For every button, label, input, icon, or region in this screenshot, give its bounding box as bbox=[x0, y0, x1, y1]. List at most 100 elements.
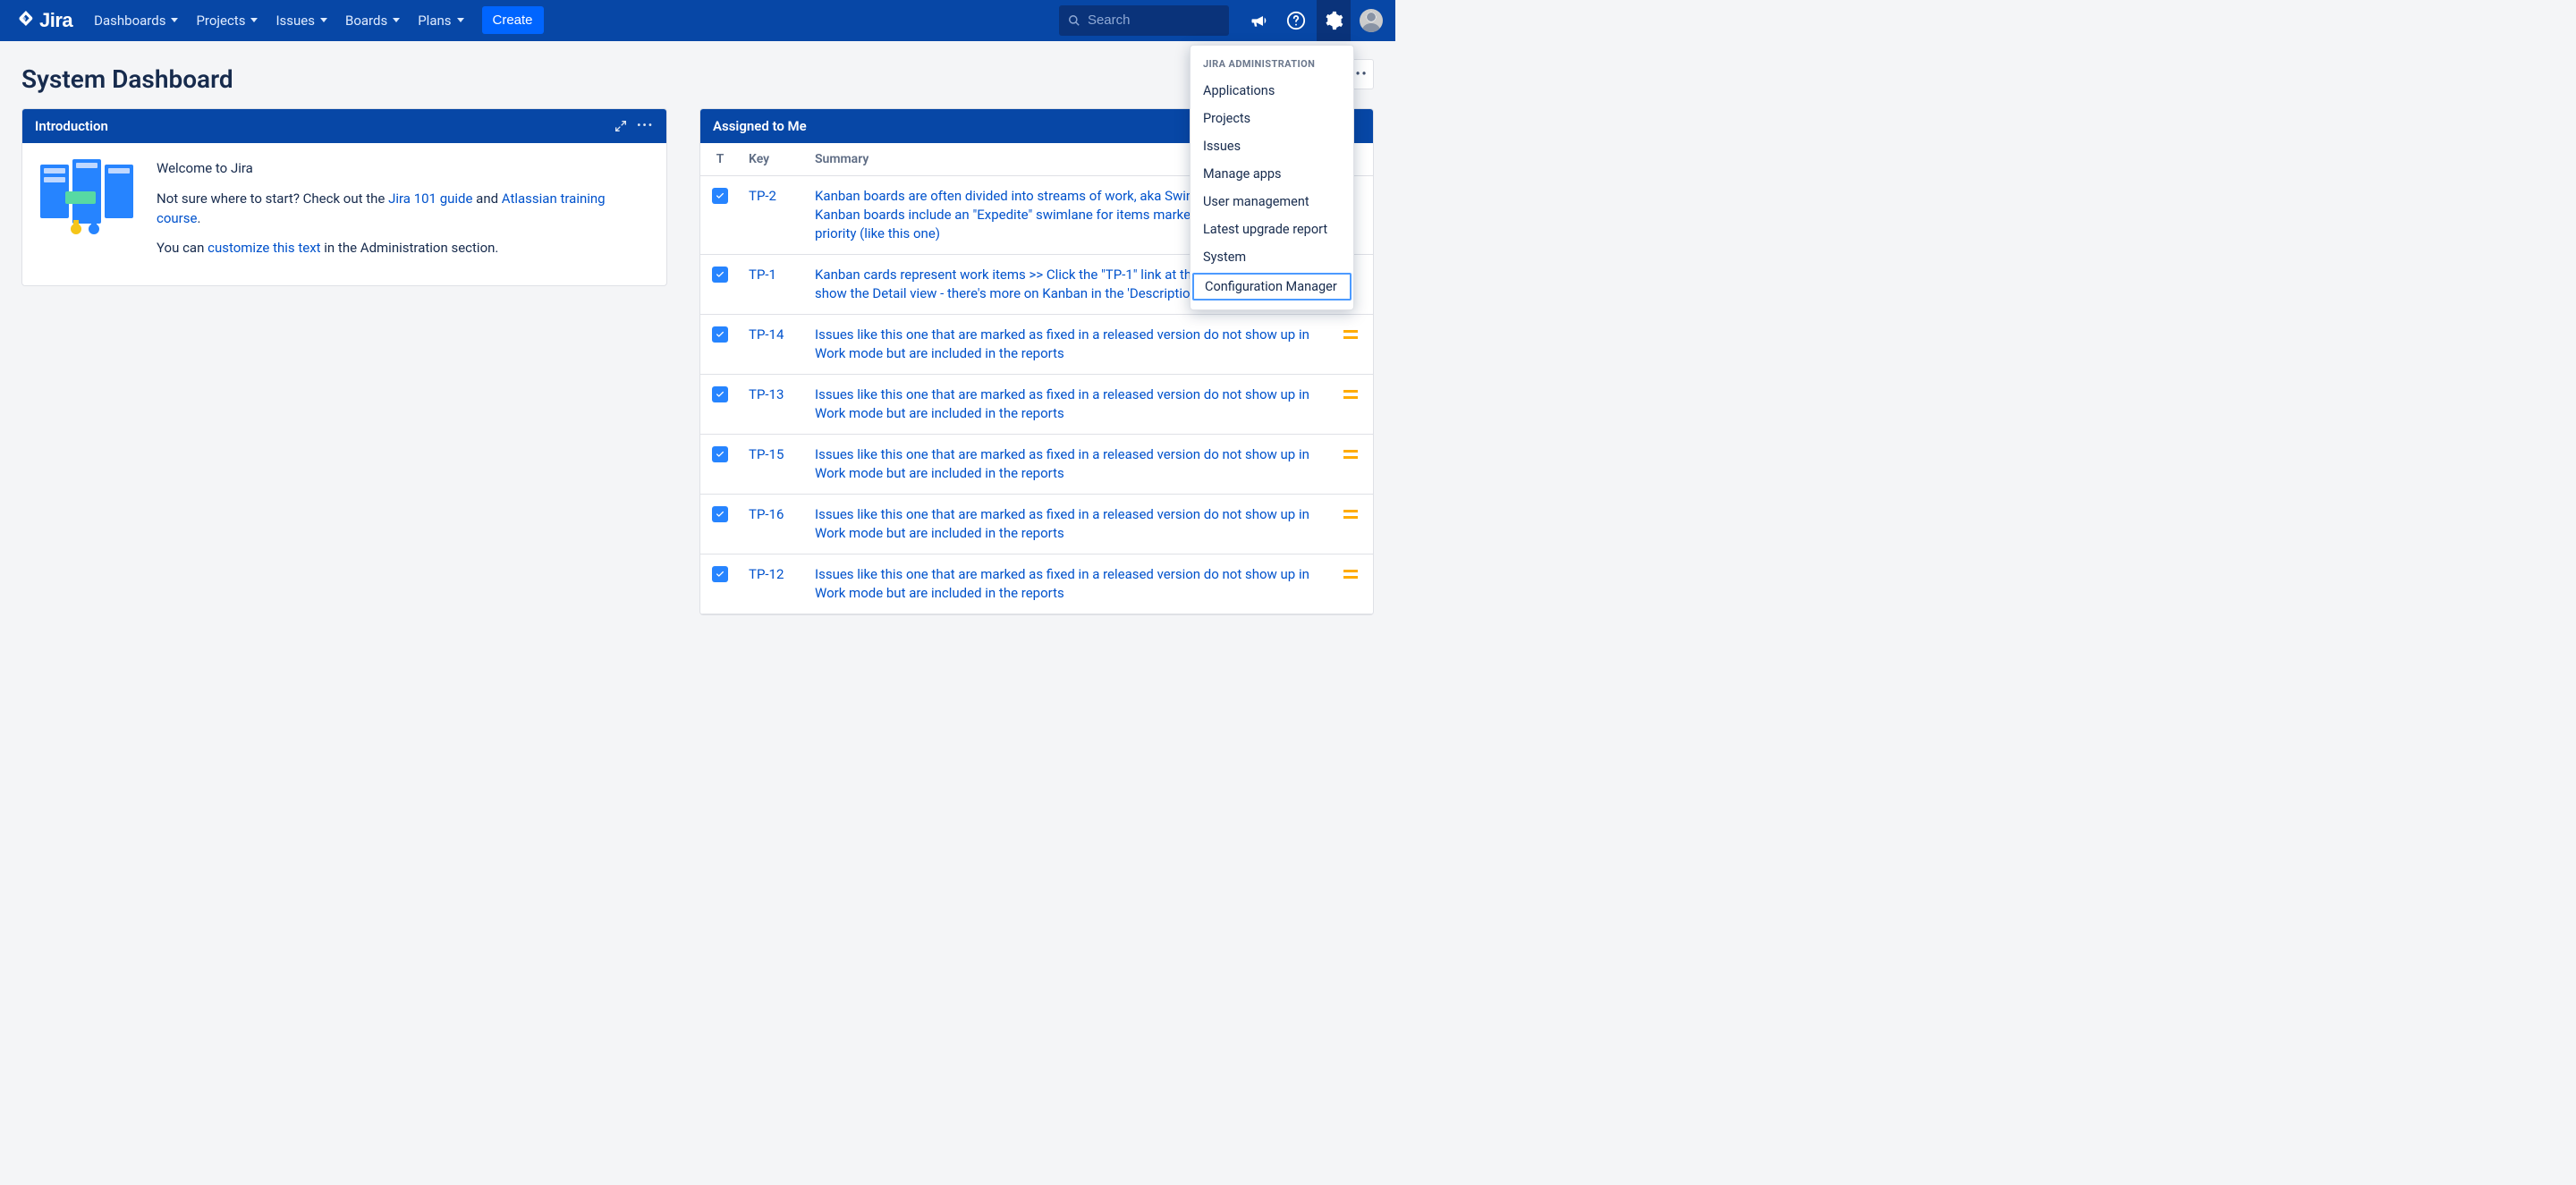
nav-plans[interactable]: Plans bbox=[409, 0, 472, 41]
admin-menu-item-latest-upgrade-report[interactable]: Latest upgrade report bbox=[1191, 216, 1353, 243]
gadget-introduction: Introduction ••• bbox=[21, 108, 667, 286]
admin-menu-section: JIRA ADMINISTRATION bbox=[1191, 53, 1353, 77]
col-type[interactable]: T bbox=[700, 143, 740, 176]
priority-medium-icon bbox=[1343, 510, 1358, 519]
cell-priority bbox=[1328, 375, 1373, 435]
help-icon bbox=[1286, 11, 1306, 30]
intro-welcome: Welcome to Jira bbox=[157, 159, 650, 179]
intro-illustration bbox=[38, 159, 135, 241]
issue-key-link[interactable]: TP-15 bbox=[749, 446, 784, 462]
jira-logo[interactable]: Jira bbox=[16, 9, 72, 32]
issue-summary-link[interactable]: Issues like this one that are marked as … bbox=[815, 566, 1309, 601]
admin-menu-item-user-management[interactable]: User management bbox=[1191, 188, 1353, 216]
task-icon bbox=[712, 386, 728, 402]
admin-menu-item-applications[interactable]: Applications bbox=[1191, 77, 1353, 105]
cell-type bbox=[700, 176, 740, 255]
settings-button[interactable] bbox=[1317, 0, 1351, 41]
whats-new-button[interactable] bbox=[1241, 0, 1275, 41]
issue-key-link[interactable]: TP-2 bbox=[749, 188, 776, 204]
link-customize[interactable]: customize this text bbox=[208, 240, 320, 256]
cell-priority bbox=[1328, 315, 1373, 375]
issue-key-link[interactable]: TP-13 bbox=[749, 386, 784, 402]
link-jira-101[interactable]: Jira 101 guide bbox=[388, 190, 472, 207]
cell-summary: Issues like this one that are marked as … bbox=[806, 495, 1328, 554]
nav-left: Jira Dashboards Projects Issues Boards Plans… bbox=[7, 0, 544, 41]
admin-menu-item-issues[interactable]: Issues bbox=[1191, 132, 1353, 160]
search-input[interactable] bbox=[1088, 13, 1220, 28]
chevron-down-icon bbox=[171, 18, 178, 22]
task-icon bbox=[712, 267, 728, 283]
nav-issues[interactable]: Issues bbox=[267, 0, 336, 41]
cell-summary: Issues like this one that are marked as … bbox=[806, 554, 1328, 614]
issue-key-link[interactable]: TP-16 bbox=[749, 506, 784, 522]
cell-key: TP-15 bbox=[740, 435, 806, 495]
cell-priority bbox=[1328, 554, 1373, 614]
issue-key-link[interactable]: TP-1 bbox=[749, 267, 776, 283]
gadget-title: Assigned to Me bbox=[713, 118, 807, 134]
priority-medium-icon bbox=[1343, 330, 1358, 339]
issue-summary-link[interactable]: Issues like this one that are marked as … bbox=[815, 326, 1309, 361]
task-icon bbox=[712, 326, 728, 343]
help-button[interactable] bbox=[1279, 0, 1313, 41]
col-key[interactable]: Key bbox=[740, 143, 806, 176]
gadget-body: Welcome to Jira Not sure where to start?… bbox=[22, 143, 666, 285]
issue-key-link[interactable]: TP-14 bbox=[749, 326, 784, 343]
megaphone-icon bbox=[1250, 12, 1267, 30]
gadget-header-actions: ••• bbox=[614, 119, 654, 133]
table-row: TP-15 Issues like this one that are marke… bbox=[700, 435, 1373, 495]
admin-menu-item-projects[interactable]: Projects bbox=[1191, 105, 1353, 132]
avatar bbox=[1360, 9, 1383, 32]
table-row: TP-16 Issues like this one that are marke… bbox=[700, 495, 1373, 554]
nav-label: Projects bbox=[196, 13, 245, 29]
admin-menu-item-configuration-manager[interactable]: Configuration Manager bbox=[1192, 273, 1352, 300]
nav-label: Dashboards bbox=[94, 13, 165, 29]
maximize-icon[interactable] bbox=[614, 119, 628, 133]
cell-summary: Issues like this one that are marked as … bbox=[806, 375, 1328, 435]
cell-key: TP-1 bbox=[740, 255, 806, 315]
cell-priority bbox=[1328, 495, 1373, 554]
page-title: System Dashboard bbox=[21, 64, 1374, 94]
priority-medium-icon bbox=[1343, 390, 1358, 399]
cell-type bbox=[700, 554, 740, 614]
cell-type bbox=[700, 435, 740, 495]
table-row: TP-14 Issues like this one that are marke… bbox=[700, 315, 1373, 375]
chevron-down-icon bbox=[320, 18, 327, 22]
admin-menu-item-system[interactable]: System bbox=[1191, 243, 1353, 271]
page: System Dashboard Introduction ••• bbox=[0, 41, 1395, 615]
nav-label: Issues bbox=[275, 13, 315, 29]
priority-medium-icon bbox=[1343, 570, 1358, 579]
dashboard-row: Introduction ••• bbox=[21, 108, 1374, 615]
admin-menu: JIRA ADMINISTRATION ApplicationsProjects… bbox=[1190, 45, 1354, 310]
nav-label: Plans bbox=[418, 13, 451, 29]
task-icon bbox=[712, 188, 728, 204]
issue-summary-link[interactable]: Issues like this one that are marked as … bbox=[815, 506, 1309, 541]
chevron-down-icon bbox=[457, 18, 464, 22]
issue-summary-link[interactable]: Issues like this one that are marked as … bbox=[815, 446, 1309, 481]
gadget-more-icon[interactable]: ••• bbox=[637, 119, 654, 133]
profile-button[interactable] bbox=[1354, 0, 1388, 41]
admin-menu-item-manage-apps[interactable]: Manage apps bbox=[1191, 160, 1353, 188]
gadget-title: Introduction bbox=[35, 118, 108, 134]
nav-projects[interactable]: Projects bbox=[187, 0, 267, 41]
cell-type bbox=[700, 495, 740, 554]
issue-summary-link[interactable]: Issues like this one that are marked as … bbox=[815, 386, 1309, 421]
table-row: TP-13 Issues like this one that are marke… bbox=[700, 375, 1373, 435]
cell-priority bbox=[1328, 435, 1373, 495]
create-button[interactable]: Create bbox=[482, 6, 544, 34]
cell-key: TP-13 bbox=[740, 375, 806, 435]
intro-text: Welcome to Jira Not sure where to start?… bbox=[157, 159, 650, 269]
search-box[interactable] bbox=[1059, 5, 1229, 36]
top-nav: Jira Dashboards Projects Issues Boards Plans… bbox=[0, 0, 1395, 41]
nav-boards[interactable]: Boards bbox=[336, 0, 409, 41]
priority-medium-icon bbox=[1343, 450, 1358, 459]
cell-type bbox=[700, 375, 740, 435]
issue-key-link[interactable]: TP-12 bbox=[749, 566, 784, 582]
task-icon bbox=[712, 446, 728, 462]
nav-label: Boards bbox=[345, 13, 387, 29]
cell-summary: Issues like this one that are marked as … bbox=[806, 435, 1328, 495]
intro-line3: You can customize this text in the Admin… bbox=[157, 239, 650, 258]
cell-key: TP-2 bbox=[740, 176, 806, 255]
nav-right bbox=[1059, 0, 1388, 41]
nav-dashboards[interactable]: Dashboards bbox=[85, 0, 187, 41]
gear-icon bbox=[1324, 11, 1343, 30]
